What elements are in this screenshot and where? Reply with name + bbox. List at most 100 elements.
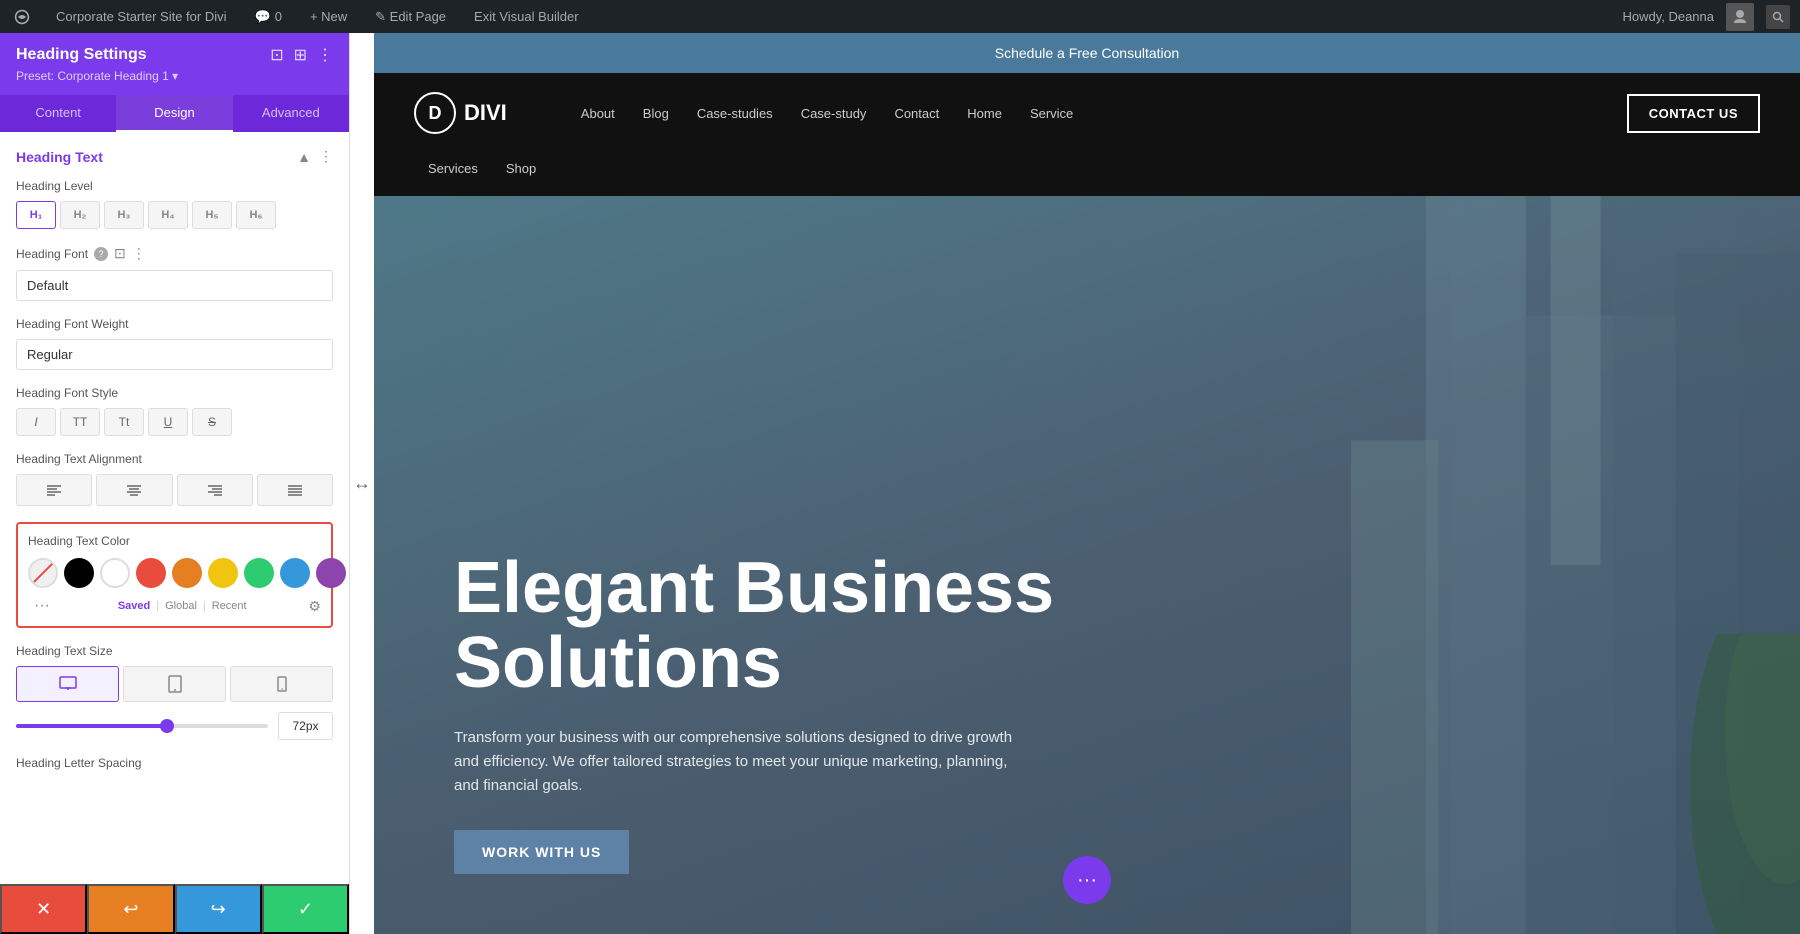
letter-spacing-label: Heading Letter Spacing (16, 756, 333, 770)
exit-visual-builder-link[interactable]: Exit Visual Builder (468, 5, 585, 28)
heading-h4-button[interactable]: H₄ (148, 201, 188, 229)
color-transparent-swatch[interactable] (28, 558, 58, 588)
secondary-nav: Services Shop (374, 153, 1800, 196)
panel-footer: ✕ ↩ ↪ ✓ (0, 884, 349, 934)
text-size-row: Heading Text Size 72px (16, 644, 333, 740)
panel-title: Heading Settings (16, 46, 147, 64)
color-more-button[interactable]: ··· (28, 596, 56, 616)
color-green-swatch[interactable] (244, 558, 274, 588)
hero-cta-button[interactable]: WORK WITH US (454, 830, 629, 874)
nav-about[interactable]: About (567, 98, 629, 129)
color-tab-group: Saved | Global | Recent (114, 598, 251, 614)
nav-links: About Blog Case-studies Case-study Conta… (567, 98, 1627, 129)
heading-h2-button[interactable]: H₂ (60, 201, 100, 229)
uppercase-button[interactable]: TT (60, 408, 100, 436)
site-logo[interactable]: D DIVI (414, 92, 507, 134)
edit-page-link[interactable]: ✎ Edit Page (369, 5, 452, 29)
heading-level-row: Heading Level H₁ H₂ H₃ H₄ H₅ H₆ (16, 179, 333, 229)
new-content-link[interactable]: + New (304, 5, 353, 28)
size-device-icons (16, 666, 333, 702)
wp-logo-icon[interactable] (10, 5, 34, 29)
color-yellow-swatch[interactable] (208, 558, 238, 588)
wp-admin-bar: Corporate Starter Site for Divi 💬 0 + Ne… (0, 0, 1800, 33)
tab-content[interactable]: Content (0, 95, 116, 132)
nav-contact[interactable]: Contact (880, 98, 953, 129)
font-weight-select[interactable]: Regular (16, 339, 333, 370)
underline-button[interactable]: U (148, 408, 188, 436)
cancel-button[interactable]: ✕ (0, 884, 87, 934)
size-mobile-icon[interactable] (230, 666, 333, 702)
section-collapse-icon[interactable]: ▲ (297, 149, 311, 165)
hero-subtitle: Transform your business with our compreh… (454, 726, 1034, 798)
heading-h1-button[interactable]: H₁ (16, 201, 56, 229)
text-alignment-row: Heading Text Alignment (16, 452, 333, 506)
color-white-swatch[interactable] (100, 558, 130, 588)
size-tablet-icon[interactable] (123, 666, 226, 702)
redo-button[interactable]: ↪ (175, 884, 262, 934)
howdy-text: Howdy, Deanna (1622, 9, 1714, 24)
capitalize-button[interactable]: Tt (104, 408, 144, 436)
align-center-button[interactable] (96, 474, 172, 506)
strikethrough-button[interactable]: S (192, 408, 232, 436)
preset-selector[interactable]: Preset: Corporate Heading 1 (16, 69, 333, 83)
comments-link[interactable]: 💬 0 (249, 5, 288, 29)
color-tab-saved[interactable]: Saved (114, 598, 154, 614)
site-name-link[interactable]: Corporate Starter Site for Divi (50, 5, 233, 28)
section-title: Heading Text (16, 149, 103, 165)
panel-resize-handle[interactable]: ↔ (350, 33, 374, 934)
font-more-icon[interactable]: ⋮ (132, 245, 146, 262)
nav-case-studies[interactable]: Case-studies (683, 98, 787, 129)
align-right-button[interactable] (177, 474, 253, 506)
nav-shop[interactable]: Shop (492, 153, 550, 184)
panel-settings-icon[interactable]: ⊡ (270, 45, 283, 65)
tab-design[interactable]: Design (116, 95, 232, 132)
save-button[interactable]: ✓ (262, 884, 349, 934)
heading-font-label: Heading Font ? ⊡ ⋮ (16, 245, 333, 262)
heading-h5-button[interactable]: H₅ (192, 201, 232, 229)
slider-thumb[interactable] (160, 719, 174, 733)
italic-button[interactable]: I (16, 408, 56, 436)
color-settings-gear-icon[interactable]: ⚙ (308, 598, 321, 615)
heading-h3-button[interactable]: H₃ (104, 201, 144, 229)
hero-title: Elegant Business Solutions (454, 551, 1054, 702)
align-left-button[interactable] (16, 474, 92, 506)
hero-section: Elegant Business Solutions Transform you… (374, 196, 1800, 934)
panel-grid-icon[interactable]: ⊞ (294, 45, 307, 65)
letter-spacing-row: Heading Letter Spacing (16, 756, 333, 770)
nav-blog[interactable]: Blog (629, 98, 683, 129)
color-purple-swatch[interactable] (316, 558, 346, 588)
tab-advanced[interactable]: Advanced (233, 95, 349, 132)
font-copy-icon[interactable]: ⊡ (114, 245, 126, 262)
text-size-value[interactable]: 72px (278, 712, 333, 740)
contact-us-button[interactable]: CONTACT US (1627, 94, 1760, 133)
color-orange-swatch[interactable] (172, 558, 202, 588)
nav-service[interactable]: Service (1016, 98, 1087, 129)
font-weight-row: Heading Font Weight Regular (16, 317, 333, 370)
alignment-buttons (16, 474, 333, 506)
search-button[interactable] (1766, 5, 1790, 29)
nav-home[interactable]: Home (953, 98, 1016, 129)
page-preview: Schedule a Free Consultation D DIVI Abou… (374, 33, 1800, 934)
undo-button[interactable]: ↩ (87, 884, 174, 934)
heading-h6-button[interactable]: H₆ (236, 201, 276, 229)
color-tabs-row: ··· Saved | Global | Recent ⚙ (28, 596, 321, 616)
nav-case-study[interactable]: Case-study (787, 98, 881, 129)
font-style-label: Heading Font Style (16, 386, 333, 400)
color-tab-global[interactable]: Global (161, 598, 201, 614)
color-blue-swatch[interactable] (280, 558, 310, 588)
panel-more-icon[interactable]: ⋮ (317, 45, 333, 65)
color-tab-recent[interactable]: Recent (208, 598, 251, 614)
font-select[interactable]: Default (16, 270, 333, 301)
color-black-swatch[interactable] (64, 558, 94, 588)
font-help-icon[interactable]: ? (94, 247, 108, 261)
align-justify-button[interactable] (257, 474, 333, 506)
settings-panel: Heading Settings ⊡ ⊞ ⋮ Preset: Corporate… (0, 33, 350, 934)
user-avatar[interactable] (1726, 3, 1754, 31)
floating-action-button[interactable]: ··· (1063, 856, 1111, 904)
heading-level-buttons: H₁ H₂ H₃ H₄ H₅ H₆ (16, 201, 333, 229)
section-more-icon[interactable]: ⋮ (319, 148, 333, 165)
nav-services[interactable]: Services (414, 153, 492, 184)
color-red-swatch[interactable] (136, 558, 166, 588)
text-size-slider[interactable] (16, 724, 268, 728)
size-desktop-icon[interactable] (16, 666, 119, 702)
